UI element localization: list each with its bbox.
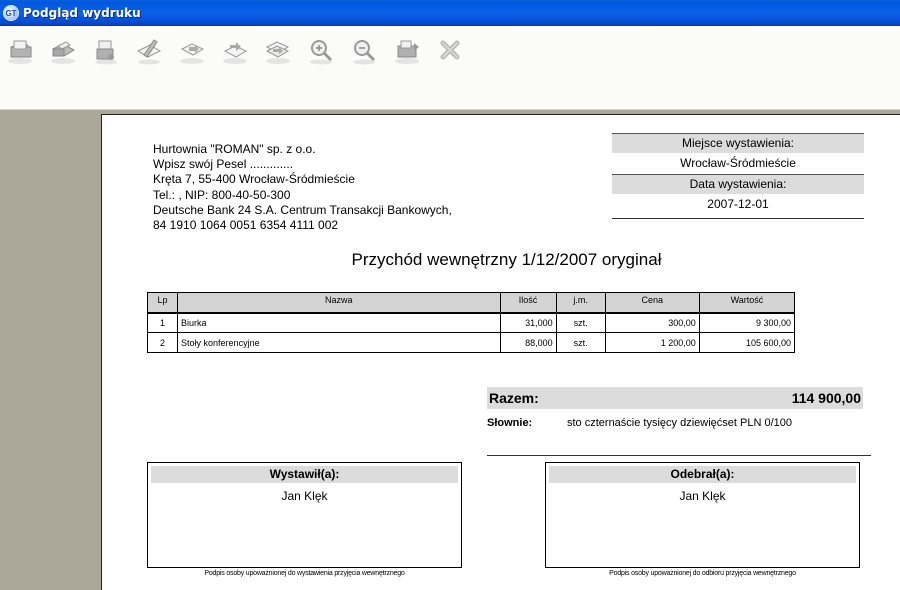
seller-bank: Deutsche Bank 24 S.A. Centrum Transakcji…: [153, 202, 452, 217]
export-button[interactable]: [391, 36, 423, 66]
cell-price: 1 200,00: [604, 332, 700, 353]
issue-place: Wrocław-Śródmieście: [680, 156, 796, 170]
seller-name: Hurtownia "ROMAN" sp. z o.o.: [153, 142, 316, 156]
issued-by-label: Wystawił(a):: [151, 466, 458, 483]
next-page-icon: [265, 41, 290, 64]
first-page-button[interactable]: [176, 36, 208, 66]
col-qty: Ilość: [499, 292, 557, 314]
issue-date-label: Data wystawienia:: [612, 174, 864, 194]
printer-options-button[interactable]: [90, 36, 122, 66]
divider: [487, 455, 871, 456]
total-label: Razem:: [489, 390, 539, 406]
window-title: Podgląd wydruku: [23, 6, 141, 20]
words-label: Słownie:: [487, 417, 533, 429]
received-by-label: Odebrał(a):: [549, 466, 856, 483]
document-title: Przychód wewnętrzny 1/12/2007 oryginał: [351, 250, 662, 269]
zoom-out-button[interactable]: [348, 36, 380, 66]
cell-unit: szt.: [555, 312, 606, 333]
col-value: Wartość: [698, 292, 796, 314]
words-value: sto czternaście tysięcy dziewięćset PLN …: [567, 417, 792, 429]
cell-value: 9 300,00: [698, 312, 796, 333]
issue-place-label: Miejsce wystawienia:: [612, 133, 864, 153]
title-bar: GT Podgląd wydruku: [0, 0, 900, 26]
seller-address: Kręta 7, 55-400 Wrocław-Śródmieście: [153, 172, 355, 187]
issued-by-caption: Podpis osoby upoważnionej do wystawienia…: [204, 570, 405, 577]
issue-date: 2007-12-01: [707, 197, 769, 211]
cell-name: Stoły konferencyjne: [177, 332, 501, 353]
cell-qty: 88,000: [499, 332, 557, 353]
zoom-out-icon: [353, 40, 376, 65]
cell-lp: 2: [146, 332, 179, 353]
zoom-in-icon: [310, 40, 333, 65]
previous-page-button[interactable]: [219, 36, 251, 66]
received-by-name: Jan Klęk: [679, 489, 726, 503]
app-icon[interactable]: GT: [3, 5, 19, 21]
issued-by-box: Wystawił(a): Jan Klęk: [147, 462, 462, 568]
issued-by-name: Jan Klęk: [281, 489, 328, 503]
close-icon: [440, 40, 460, 60]
col-unit: j.m.: [555, 292, 606, 314]
cell-value: 105 600,00: [698, 332, 796, 353]
total-value: 114 900,00: [791, 390, 861, 406]
first-page-icon: [180, 43, 205, 64]
table-header-row: Lp Nazwa Ilość j.m. Cena Wartość: [146, 292, 796, 314]
edit-button[interactable]: [133, 36, 165, 66]
cell-price: 300,00: [604, 312, 700, 333]
previous-page-icon: [223, 42, 248, 64]
items-table: Lp Nazwa Ilość j.m. Cena Wartość 1 Biurk…: [146, 292, 796, 353]
next-page-button[interactable]: [262, 36, 294, 66]
cell-lp: 1: [146, 312, 179, 333]
zoom-in-button[interactable]: [305, 36, 337, 66]
cell-qty: 31,000: [499, 312, 557, 333]
received-by-box: Odebrał(a): Jan Klęk: [545, 462, 860, 568]
seller-tax-id: Tel.: , NIP: 800-40-50-300: [153, 187, 291, 202]
seller-info: Hurtownia "ROMAN" sp. z o.o. Wpisz swój …: [153, 142, 452, 233]
document-page: Hurtownia "ROMAN" sp. z o.o. Wpisz swój …: [101, 114, 900, 590]
table-row: 2 Stoły konferencyjne 88,000 szt. 1 200,…: [146, 332, 796, 353]
divider: [612, 218, 864, 219]
print-button[interactable]: [4, 36, 36, 66]
col-lp: Lp: [146, 292, 179, 314]
cell-name: Biurka: [177, 312, 501, 333]
issue-info-box: Miejsce wystawienia: Wrocław-Śródmieście…: [612, 133, 864, 219]
seller-account: 84 1910 1064 0051 6354 4111 002: [153, 218, 339, 233]
received-by-caption: Podpis osoby upoważnionej do odbioru prz…: [609, 570, 796, 577]
col-name: Nazwa: [177, 292, 501, 314]
printer-options-icon: [95, 40, 117, 65]
cell-unit: szt.: [555, 332, 606, 353]
edit-icon: [136, 39, 162, 65]
export-icon: [395, 40, 419, 64]
amount-in-words: Słownie: sto czternaście tysięcy dziewię…: [487, 417, 792, 429]
col-price: Cena: [604, 292, 700, 314]
toolbar: [0, 26, 900, 110]
print-icon: [8, 40, 32, 64]
print-setup-icon: [51, 41, 76, 64]
table-row: 1 Biurka 31,000 szt. 300,00 9 300,00: [146, 312, 796, 333]
print-setup-button[interactable]: [47, 36, 79, 66]
seller-pesel: Wpisz swój Pesel .............: [153, 157, 294, 172]
close-button[interactable]: [434, 36, 466, 66]
total-row: Razem: 114 900,00: [487, 387, 863, 409]
